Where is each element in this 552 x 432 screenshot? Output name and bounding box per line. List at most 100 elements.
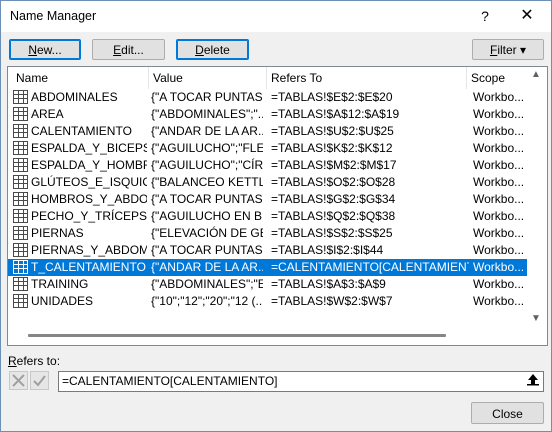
- row-name: HOMBROS_Y_ABDO...: [31, 192, 147, 206]
- row-refers-to: =TABLAS!$A$12:$A$19: [271, 107, 400, 121]
- scroll-down-arrow-icon[interactable]: ▼: [527, 311, 545, 327]
- table-row[interactable]: UNIDADES {"10";"12";"20";"12 (... =TABLAS!…: [8, 293, 527, 310]
- column-header-refers-to[interactable]: Refers To: [267, 67, 467, 89]
- row-value: {"AGUILUCHO EN B...: [151, 209, 263, 223]
- row-scope: Workbo...: [473, 141, 525, 155]
- table-row[interactable]: TRAINING {"ABDOMINALES";"E... =TABLAS!$A$3…: [8, 276, 527, 293]
- confirm-edit-button[interactable]: [30, 371, 49, 390]
- table-row[interactable]: GLÚTEOS_E_ISQUIO... {"BALANCEO KETTL... =T…: [8, 174, 527, 191]
- row-refers-to: =TABLAS!$I$2:$I$44: [271, 243, 384, 257]
- row-scope: Workbo...: [473, 158, 525, 172]
- horizontal-scroll-thumb[interactable]: [28, 334, 446, 337]
- row-value: {"ANDAR DE LA AR...: [151, 260, 263, 274]
- row-scope: Workbo...: [473, 175, 525, 189]
- close-window-button[interactable]: ✕: [515, 5, 539, 27]
- table-row[interactable]: ABDOMINALES {"A TOCAR PUNTAS ... =TABLAS!$…: [8, 89, 527, 106]
- new-button[interactable]: New...: [9, 39, 81, 60]
- row-refers-to: =TABLAS!$Q$2:$Q$38: [271, 209, 396, 223]
- close-button[interactable]: Close: [471, 402, 544, 424]
- column-header-name[interactable]: Name: [8, 67, 149, 89]
- collapse-arrow-icon: [527, 374, 539, 386]
- scroll-up-arrow-icon[interactable]: ▲: [527, 67, 545, 83]
- table-row[interactable]: T_CALENTAMIENTO {"ANDAR DE LA AR... =CALEN…: [8, 259, 527, 276]
- filter-button[interactable]: Filter ▾: [472, 39, 544, 60]
- row-name: PIERNAS_Y_ABDOMI...: [31, 243, 147, 257]
- row-scope: Workbo...: [473, 90, 525, 104]
- edit-button-accelerator: E: [113, 43, 122, 57]
- table-row[interactable]: ESPALDA_Y_HOMBRO... {"AGUILUCHO";"CÍR... =…: [8, 157, 527, 174]
- delete-button-label: elete: [203, 43, 230, 57]
- refers-to-label-text: efers to:: [16, 354, 61, 368]
- row-scope: Workbo...: [473, 294, 525, 308]
- row-name: PIERNAS: [31, 226, 84, 240]
- row-scope: Workbo...: [473, 226, 525, 240]
- edit-button[interactable]: Edit...: [92, 39, 165, 60]
- named-range-icon: [13, 124, 28, 138]
- row-scope: Workbo...: [473, 124, 525, 138]
- row-refers-to: =TABLAS!$A$3:$A$9: [271, 277, 386, 291]
- row-refers-to: =TABLAS!$W$2:$W$7: [271, 294, 393, 308]
- new-button-label: ew...: [36, 43, 62, 57]
- row-name: GLÚTEOS_E_ISQUIO...: [31, 175, 147, 189]
- row-value: {"AGUILUCHO";"CÍR...: [151, 158, 263, 172]
- row-name: ABDOMINALES: [31, 90, 118, 104]
- delete-button[interactable]: Delete: [176, 39, 249, 60]
- row-value: {"A TOCAR PUNTAS ...: [151, 192, 263, 206]
- named-range-icon: [13, 260, 28, 274]
- refers-to-input[interactable]: =CALENTAMIENTO[CALENTAMIENTO]: [58, 371, 544, 392]
- refers-to-label: Refers to:: [8, 354, 60, 368]
- row-scope: Workbo...: [473, 260, 525, 274]
- row-value: {"ELEVACIÓN DE GE...: [151, 226, 263, 240]
- horizontal-scrollbar[interactable]: [8, 327, 527, 344]
- row-scope: Workbo...: [473, 192, 525, 206]
- row-value: {"AGUILUCHO";"FLE...: [151, 141, 263, 155]
- collapse-dialog-button[interactable]: [523, 372, 543, 391]
- named-range-icon: [13, 226, 28, 240]
- row-name: UNIDADES: [31, 294, 94, 308]
- named-range-icon: [13, 277, 28, 291]
- column-header-value[interactable]: Value: [149, 67, 267, 89]
- edit-button-label: dit...: [121, 43, 144, 57]
- vertical-scrollbar[interactable]: ▲ ▼: [527, 67, 545, 343]
- list-header: Name Value Refers To Scope: [8, 67, 547, 89]
- help-button[interactable]: ?: [473, 5, 497, 27]
- row-name: CALENTAMIENTO: [31, 124, 132, 138]
- row-refers-to: =TABLAS!$K$2:$K$12: [271, 141, 393, 155]
- row-name: ESPALDA_Y_HOMBRO...: [31, 158, 147, 172]
- named-range-icon: [13, 175, 28, 189]
- row-scope: Workbo...: [473, 107, 525, 121]
- filter-button-label: ilter ▾: [497, 43, 527, 57]
- cancel-x-icon: [12, 374, 25, 387]
- name-manager-dialog: Name Manager ? ✕ New... Edit... Delete F…: [0, 0, 552, 432]
- row-refers-to: =TABLAS!$E$2:$E$20: [271, 90, 393, 104]
- dialog-title: Name Manager: [10, 9, 97, 23]
- title-bar: Name Manager ? ✕: [1, 1, 551, 32]
- row-refers-to: =TABLAS!$G$2:$G$34: [271, 192, 396, 206]
- named-range-icon: [13, 90, 28, 104]
- table-row[interactable]: AREA {"ABDOMINALES";"... =TABLAS!$A$12:$A$…: [8, 106, 527, 123]
- named-range-icon: [13, 107, 28, 121]
- table-row[interactable]: HOMBROS_Y_ABDO... {"A TOCAR PUNTAS ... =TA…: [8, 191, 527, 208]
- named-range-icon: [13, 209, 28, 223]
- row-value: {"ABDOMINALES";"E...: [151, 277, 263, 291]
- row-name: TRAINING: [31, 277, 89, 291]
- table-row[interactable]: CALENTAMIENTO {"ANDAR DE LA AR... =TABLAS!…: [8, 123, 527, 140]
- refers-to-accelerator: R: [8, 354, 17, 368]
- table-row[interactable]: PECHO_Y_TRÍCEPS {"AGUILUCHO EN B... =TABLA…: [8, 208, 527, 225]
- cancel-edit-button[interactable]: [9, 371, 28, 390]
- row-value: {"ABDOMINALES";"...: [151, 107, 263, 121]
- row-name: AREA: [31, 107, 64, 121]
- named-range-icon: [13, 158, 28, 172]
- delete-button-accelerator: D: [195, 43, 204, 57]
- names-list[interactable]: Name Value Refers To Scope ABDOMINALES {"…: [7, 66, 548, 346]
- table-row[interactable]: PIERNAS {"ELEVACIÓN DE GE... =TABLAS!$S$2:…: [8, 225, 527, 242]
- row-value: {"A TOCAR PUNTAS ...: [151, 243, 263, 257]
- row-value: {"10";"12";"20";"12 (...: [151, 294, 263, 308]
- row-refers-to: =TABLAS!$M$2:$M$17: [271, 158, 397, 172]
- named-range-icon: [13, 192, 28, 206]
- table-row[interactable]: ESPALDA_Y_BICEPS {"AGUILUCHO";"FLE... =TAB…: [8, 140, 527, 157]
- row-value: {"BALANCEO KETTL...: [151, 175, 263, 189]
- table-row[interactable]: PIERNAS_Y_ABDOMI... {"A TOCAR PUNTAS ... =…: [8, 242, 527, 259]
- row-refers-to: =CALENTAMIENTO[CALENTAMIENTO]: [271, 260, 469, 274]
- new-button-accelerator: N: [28, 43, 37, 57]
